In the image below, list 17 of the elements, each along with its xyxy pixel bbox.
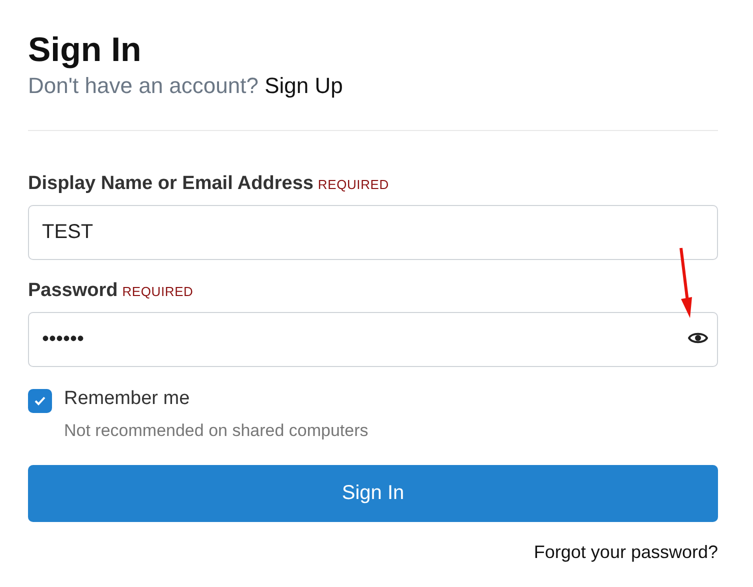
checkbox[interactable]: [28, 389, 52, 413]
input-field[interactable]: TEST: [28, 205, 718, 260]
input-field[interactable]: ••••••: [28, 312, 718, 367]
required-tag: REQUIRED: [122, 284, 194, 299]
eye-icon[interactable]: [688, 331, 708, 345]
sign-in-button[interactable]: Sign In: [28, 465, 718, 522]
hint-text: Not recommended on shared computers: [64, 421, 368, 441]
sign-up-link[interactable]: Sign Up: [264, 73, 343, 98]
required-tag: REQUIRED: [318, 177, 389, 192]
field-label: Password: [28, 280, 118, 301]
forgot-password-link[interactable]: Forgot your password?: [534, 542, 718, 562]
prompt-text: Don't have an account?: [28, 73, 258, 98]
checkbox-label[interactable]: Remember me: [64, 387, 368, 411]
page-title: Sign In: [28, 30, 142, 71]
check-icon: [34, 396, 46, 406]
annotation-arrow: [678, 247, 692, 319]
field-label: Display Name or Email Address: [28, 173, 314, 194]
